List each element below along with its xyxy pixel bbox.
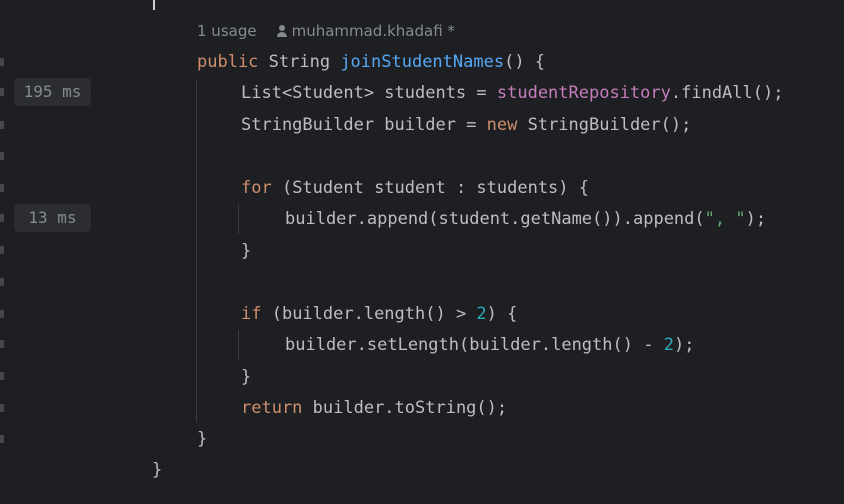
text-caret (153, 0, 155, 10)
token-keyword: if (241, 304, 262, 324)
token-method-name: joinStudentNames (340, 52, 505, 72)
token-text: } (241, 367, 252, 387)
gutter-line-marker (0, 340, 4, 348)
usages-hint[interactable]: 1 usage (197, 22, 257, 40)
code-line-12[interactable]: return builder.toString(); (241, 395, 507, 421)
gutter-line-marker (0, 435, 4, 443)
token-text: ); (673, 335, 695, 355)
gutter-line-marker (0, 310, 4, 318)
editor-gutter[interactable]: 195 ms 13 ms (0, 0, 152, 504)
timing-badge-append[interactable]: 13 ms (14, 204, 91, 232)
code-line-13[interactable]: } (197, 426, 207, 452)
code-line-14[interactable]: } (152, 457, 162, 483)
token-text: ) { (486, 304, 518, 324)
token-text: (builder.length() > (261, 304, 477, 324)
author-hint[interactable]: muhammad.khadafi * (292, 22, 455, 40)
code-line-1[interactable]: public String joinStudentNames() { (197, 49, 545, 75)
token-text: (Student student : students) { (271, 178, 589, 198)
gutter-line-marker (0, 404, 4, 412)
code-line-6[interactable]: builder.append(student.getName()).append… (285, 206, 766, 232)
token-text: builder.append(student.getName()).append… (285, 209, 705, 229)
code-line-7[interactable]: } (241, 238, 251, 264)
token-keyword: new (486, 115, 518, 135)
code-line-9[interactable]: if (builder.length() > 2) { (241, 301, 517, 327)
gutter-line-marker (0, 121, 4, 129)
token-text: StringBuilder(); (517, 115, 692, 135)
code-editor[interactable] (152, 0, 844, 504)
token-field: studentRepository (496, 83, 671, 103)
code-line-5[interactable]: for (Student student : students) { (241, 175, 589, 201)
token-text: List<Student> students = (241, 83, 497, 103)
gutter-line-marker (0, 372, 4, 380)
token-text: builder.setLength(builder.length() - (285, 335, 664, 355)
token-keyword: for (241, 178, 272, 198)
gutter-line-marker (0, 278, 4, 286)
token-text: () { (504, 52, 546, 72)
indent-guide (238, 330, 239, 360)
token-text: .findAll(); (670, 83, 784, 103)
code-vision-hints: 1 usage muhammad.khadafi * (197, 20, 455, 42)
token-text: } (197, 429, 208, 449)
code-line-11[interactable]: } (241, 364, 251, 390)
code-line-10[interactable]: builder.setLength(builder.length() - 2); (285, 332, 694, 358)
person-icon (276, 25, 287, 37)
token-number: 2 (476, 304, 487, 324)
token-keyword: public (197, 52, 259, 72)
token-text: StringBuilder builder = (241, 115, 487, 135)
timing-badge-findall[interactable]: 195 ms (14, 78, 91, 106)
gutter-line-marker (0, 58, 4, 66)
token-type: String (258, 52, 341, 72)
indent-guide (196, 80, 197, 422)
token-keyword: return (241, 398, 303, 418)
token-text: builder.toString(); (302, 398, 508, 418)
token-number: 2 (663, 335, 674, 355)
gutter-line-marker (0, 246, 4, 254)
indent-guide (238, 204, 239, 234)
token-text: } (152, 460, 163, 480)
gutter-line-marker (0, 214, 4, 222)
gutter-line-marker (0, 152, 4, 160)
gutter-line-marker (0, 88, 4, 96)
code-line-3[interactable]: StringBuilder builder = new StringBuilde… (241, 112, 691, 138)
token-string: ", " (704, 209, 746, 229)
token-text: ); (745, 209, 767, 229)
gutter-line-marker (0, 184, 4, 192)
token-text: } (241, 241, 252, 261)
code-line-2[interactable]: List<Student> students = studentReposito… (241, 80, 783, 106)
